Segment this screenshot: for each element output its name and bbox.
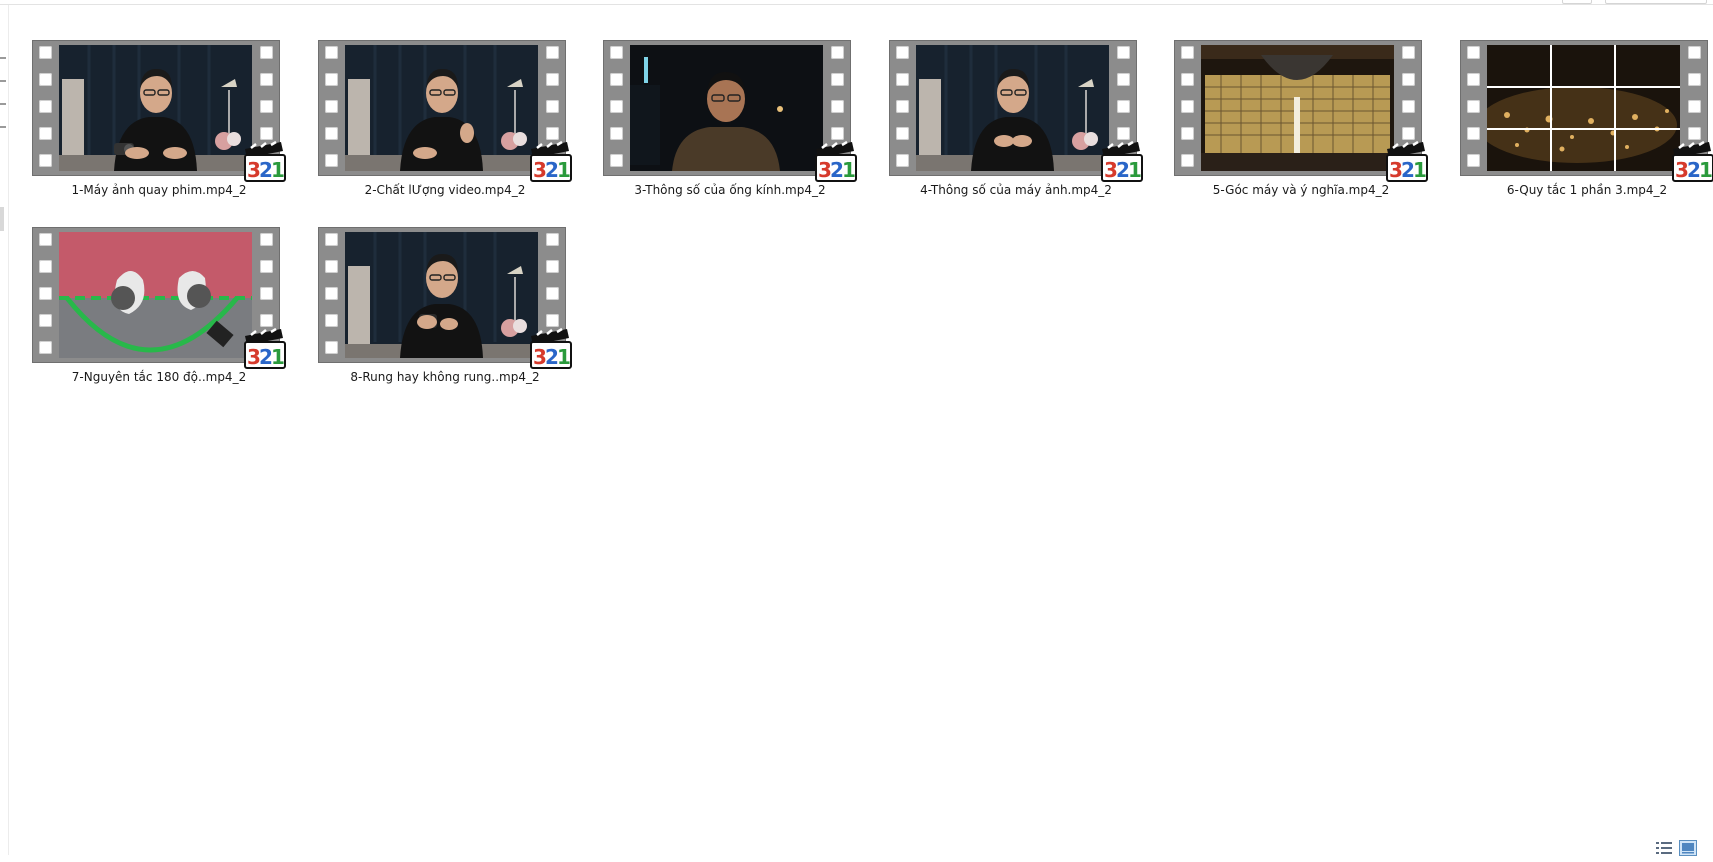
warehouse-door-frame [1201, 45, 1394, 171]
mpc-hc-321-icon: 3 2 1 [1672, 141, 1713, 182]
file-item[interactable]: 3 2 1 6-Quy tắc 1 phần 3.mp4_2 [1428, 35, 1713, 230]
svg-text:1: 1 [1413, 158, 1427, 182]
mpc-hc-321-icon: 3 2 1 [1101, 141, 1143, 182]
file-name: 3-Thông số của ống kính.mp4_2 [634, 183, 826, 197]
mpc-hc-321-icon: 3 2 1 [815, 141, 857, 182]
svg-text:1: 1 [271, 345, 285, 369]
file-item[interactable]: 3 2 1 7-Nguyên tắc 180 độ..mp4_2 [0, 222, 286, 417]
large-icons-view-icon[interactable] [1679, 840, 1697, 856]
file-name: 5-Góc máy và ý nghĩa.mp4_2 [1212, 183, 1390, 197]
file-item[interactable]: 3 2 1 5-Góc máy và ý nghĩa.mp4_2 [1142, 35, 1428, 230]
file-name: 1-Máy ảnh quay phim.mp4_2 [71, 183, 247, 197]
studio-host-camera-frame [345, 232, 538, 358]
dark-portrait-frame [630, 45, 823, 171]
mpc-hc-321-icon: 3 2 1 [530, 328, 572, 369]
file-item[interactable]: 3 2 1 2-Chất lƯợng video.mp4_2 [286, 35, 572, 230]
file-name: 2-Chất lƯợng video.mp4_2 [364, 183, 526, 197]
mpc-hc-321-icon: 3 2 1 [244, 141, 286, 182]
180-rule-diagram-frame [59, 232, 252, 358]
view-toggle [1655, 840, 1701, 858]
file-name: 7-Nguyên tắc 180 độ..mp4_2 [71, 370, 247, 384]
top-bar-edge [0, 0, 1713, 5]
svg-text:1: 1 [271, 158, 285, 182]
svg-text:1: 1 [557, 345, 571, 369]
mpc-hc-321-icon: 3 2 1 [530, 141, 572, 182]
svg-text:1: 1 [1128, 158, 1142, 182]
file-item[interactable]: 3 2 1 3-Thông số của ống kính.mp4_2 [571, 35, 857, 230]
mpc-hc-321-icon: 3 2 1 [244, 328, 286, 369]
svg-text:1: 1 [842, 158, 856, 182]
file-item[interactable]: 3 2 1 4-Thông số của máy ảnh.mp4_2 [857, 35, 1143, 230]
studio-host-gesture-frame [345, 45, 538, 171]
bokeh-grid-frame [1487, 45, 1680, 171]
svg-text:1: 1 [557, 158, 571, 182]
details-view-icon[interactable] [1655, 840, 1673, 856]
top-search-box-edge[interactable] [1605, 0, 1707, 4]
studio-host-frame [916, 45, 1109, 171]
mpc-hc-321-icon: 3 2 1 [1386, 141, 1428, 182]
file-name: 8-Rung hay không rung..mp4_2 [350, 370, 540, 384]
file-item[interactable]: 3 2 1 8-Rung hay không rung..mp4_2 [286, 222, 572, 417]
top-control-left[interactable] [1562, 0, 1592, 4]
studio-host-frame [59, 45, 252, 171]
file-name: 6-Quy tắc 1 phần 3.mp4_2 [1506, 183, 1668, 197]
file-name: 4-Thông số của máy ảnh.mp4_2 [920, 183, 1112, 197]
svg-text:1: 1 [1699, 158, 1713, 182]
file-item[interactable]: 3 2 1 1-Máy ảnh quay phim.mp4_2 [0, 35, 286, 230]
